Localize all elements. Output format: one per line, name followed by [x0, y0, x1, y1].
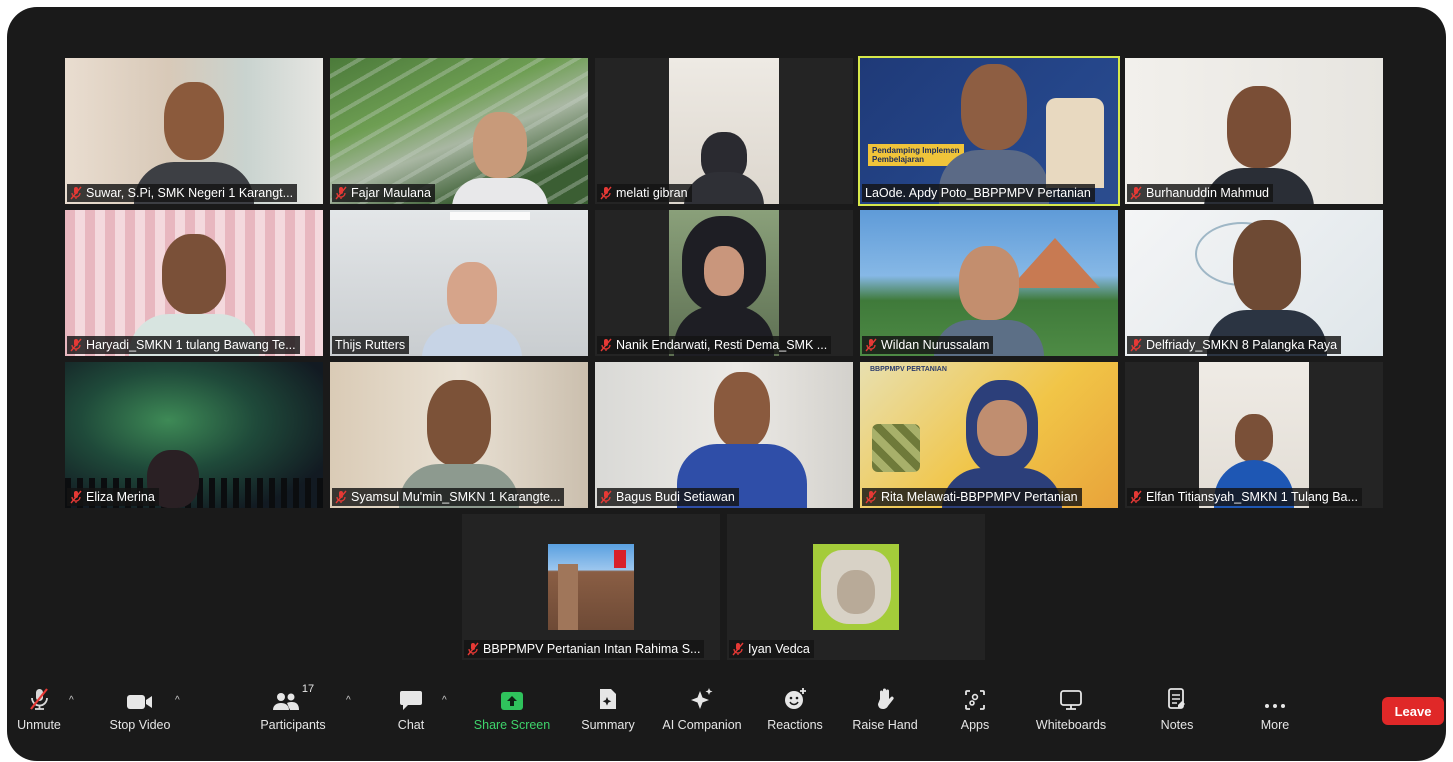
muted-mic-icon	[865, 490, 877, 504]
name-label: Iyan Vedca	[729, 640, 814, 658]
video-tile-melati[interactable]: melati gibran	[595, 58, 853, 204]
video-tile-fajar[interactable]: Fajar Maulana	[330, 58, 588, 204]
participants-count-badge: 17	[301, 683, 315, 695]
name-label: BBPPMPV Pertanian Intan Rahima S...	[464, 640, 705, 658]
video-options-caret-icon[interactable]: ^	[175, 695, 180, 706]
leave-button[interactable]: Leave	[1382, 697, 1444, 725]
gallery-row-1: Suwar, S.Pi, SMK Negeri 1 Karangt... Faj…	[65, 56, 1385, 206]
chat-options-caret-icon[interactable]: ^	[442, 695, 447, 706]
muted-mic-icon	[467, 642, 479, 656]
video-tile-laode-active-speaker[interactable]: Pendamping Implemen Pembelajaran LaOde. …	[858, 56, 1120, 206]
video-camera-icon	[126, 683, 154, 711]
participants-button[interactable]: 17 Participants	[257, 683, 329, 743]
video-tile-rita[interactable]: BBPPMPV PERTANIAN Rita Melawati-BBPPMPV …	[860, 362, 1118, 508]
gallery-row-4: BBPPMPV Pertanian Intan Rahima S... Iyan…	[65, 514, 1385, 660]
audio-options-caret-icon[interactable]: ^	[69, 695, 74, 706]
portrait-camera-feed	[669, 210, 779, 356]
summary-document-icon	[598, 683, 618, 711]
name-label: Burhanuddin Mahmud	[1127, 184, 1273, 202]
name-label: Rita Melawati-BBPPMPV Pertanian	[862, 488, 1082, 506]
ellipsis-icon	[1263, 683, 1287, 711]
participant-video	[452, 108, 549, 204]
muted-mic-icon	[28, 683, 50, 711]
portrait-camera-feed	[669, 58, 779, 204]
video-tile-delfriady[interactable]: Delfriady_SMKN 8 Palangka Raya	[1125, 210, 1383, 356]
muted-mic-icon	[335, 186, 347, 200]
raise-hand-icon	[875, 683, 895, 711]
video-tile-eliza[interactable]: Eliza Merina	[65, 362, 323, 508]
whiteboard-icon	[1059, 683, 1083, 711]
participants-options-caret-icon[interactable]: ^	[346, 695, 351, 706]
name-label: melati gibran	[597, 184, 692, 202]
video-tile-wildan[interactable]: Wildan Nurussalam	[860, 210, 1118, 356]
smiley-icon	[783, 683, 807, 711]
muted-mic-icon	[1130, 186, 1142, 200]
name-label: Thijs Rutters	[332, 336, 410, 354]
stop-video-button[interactable]: Stop Video	[105, 683, 175, 743]
muted-mic-icon	[600, 490, 612, 504]
more-button[interactable]: More	[1255, 683, 1295, 743]
slide-illustration	[1046, 98, 1104, 188]
muted-mic-icon	[1130, 338, 1142, 352]
portrait-camera-feed	[1199, 362, 1309, 508]
muted-mic-icon	[732, 642, 744, 656]
apps-button[interactable]: Apps	[953, 683, 997, 743]
name-label: Nanik Endarwati, Resti Dema_SMK ...	[597, 336, 832, 354]
notes-button[interactable]: Notes	[1157, 683, 1197, 743]
name-label: Suwar, S.Pi, SMK Negeri 1 Karangt...	[67, 184, 298, 202]
video-tile-nanik[interactable]: Nanik Endarwati, Resti Dema_SMK ...	[595, 210, 853, 356]
notes-icon	[1167, 683, 1187, 711]
banner-text: BBPPMPV PERTANIAN	[870, 366, 947, 373]
profile-picture	[813, 544, 899, 630]
zoom-meeting-window: Suwar, S.Pi, SMK Negeri 1 Karangt... Faj…	[7, 7, 1446, 761]
muted-mic-icon	[335, 490, 347, 504]
video-tile-bbppmpv-intan[interactable]: BBPPMPV Pertanian Intan Rahima S...	[462, 514, 720, 660]
video-tile-haryadi[interactable]: Haryadi_SMKN 1 tulang Bawang Te...	[65, 210, 323, 356]
name-label: Fajar Maulana	[332, 184, 435, 202]
profile-picture	[548, 544, 634, 630]
name-label: Haryadi_SMKN 1 tulang Bawang Te...	[67, 336, 300, 354]
whiteboards-button[interactable]: Whiteboards	[1031, 683, 1111, 743]
reactions-button[interactable]: Reactions	[763, 683, 827, 743]
muted-mic-icon	[1130, 490, 1142, 504]
video-tile-iyan[interactable]: Iyan Vedca	[727, 514, 985, 660]
muted-mic-icon	[70, 338, 82, 352]
video-tile-burhanuddin[interactable]: Burhanuddin Mahmud	[1125, 58, 1383, 204]
name-label: Wildan Nurussalam	[862, 336, 994, 354]
name-label: Syamsul Mu'min_SMKN 1 Karangte...	[332, 488, 565, 506]
chat-bubble-icon	[399, 683, 423, 711]
unmute-button[interactable]: Unmute	[15, 683, 63, 743]
participant-video	[939, 64, 1050, 204]
name-label: Bagus Budi Setiawan	[597, 488, 739, 506]
video-tile-syamsul[interactable]: Syamsul Mu'min_SMKN 1 Karangte...	[330, 362, 588, 508]
muted-mic-icon	[70, 490, 82, 504]
sparkle-icon	[689, 683, 715, 711]
video-tile-thijs[interactable]: Thijs Rutters	[330, 210, 588, 356]
muted-mic-icon	[600, 186, 612, 200]
gallery-row-2: Haryadi_SMKN 1 tulang Bawang Te... Thijs…	[65, 210, 1385, 356]
video-tile-suwar[interactable]: Suwar, S.Pi, SMK Negeri 1 Karangt...	[65, 58, 323, 204]
name-label: Delfriady_SMKN 8 Palangka Raya	[1127, 336, 1342, 354]
name-label: LaOde. Apdy Poto_BBPPMPV Pertanian	[862, 184, 1095, 202]
name-label: Eliza Merina	[67, 488, 159, 506]
muted-mic-icon	[865, 338, 877, 352]
video-tile-bagus[interactable]: Bagus Budi Setiawan	[595, 362, 853, 508]
apps-grid-icon	[964, 683, 986, 711]
participant-video	[421, 262, 522, 356]
chat-button[interactable]: Chat	[391, 683, 431, 743]
video-tile-elfan[interactable]: Elfan Titiansyah_SMKN 1 Tulang Ba...	[1125, 362, 1383, 508]
summary-button[interactable]: Summary	[577, 683, 639, 743]
gallery-row-3: Eliza Merina Syamsul Mu'min_SMKN 1 Karan…	[65, 362, 1385, 508]
share-screen-button[interactable]: Share Screen	[473, 683, 551, 743]
raise-hand-button[interactable]: Raise Hand	[849, 683, 921, 743]
name-label: Elfan Titiansyah_SMKN 1 Tulang Ba...	[1127, 488, 1362, 506]
muted-mic-icon	[600, 338, 612, 352]
ai-companion-button[interactable]: AI Companion	[657, 683, 747, 743]
share-screen-icon	[500, 683, 524, 711]
muted-mic-icon	[70, 186, 82, 200]
participants-icon	[272, 693, 299, 710]
meeting-toolbar: Unmute ^ Stop Video ^ 17 Participants ^ …	[7, 683, 1446, 761]
